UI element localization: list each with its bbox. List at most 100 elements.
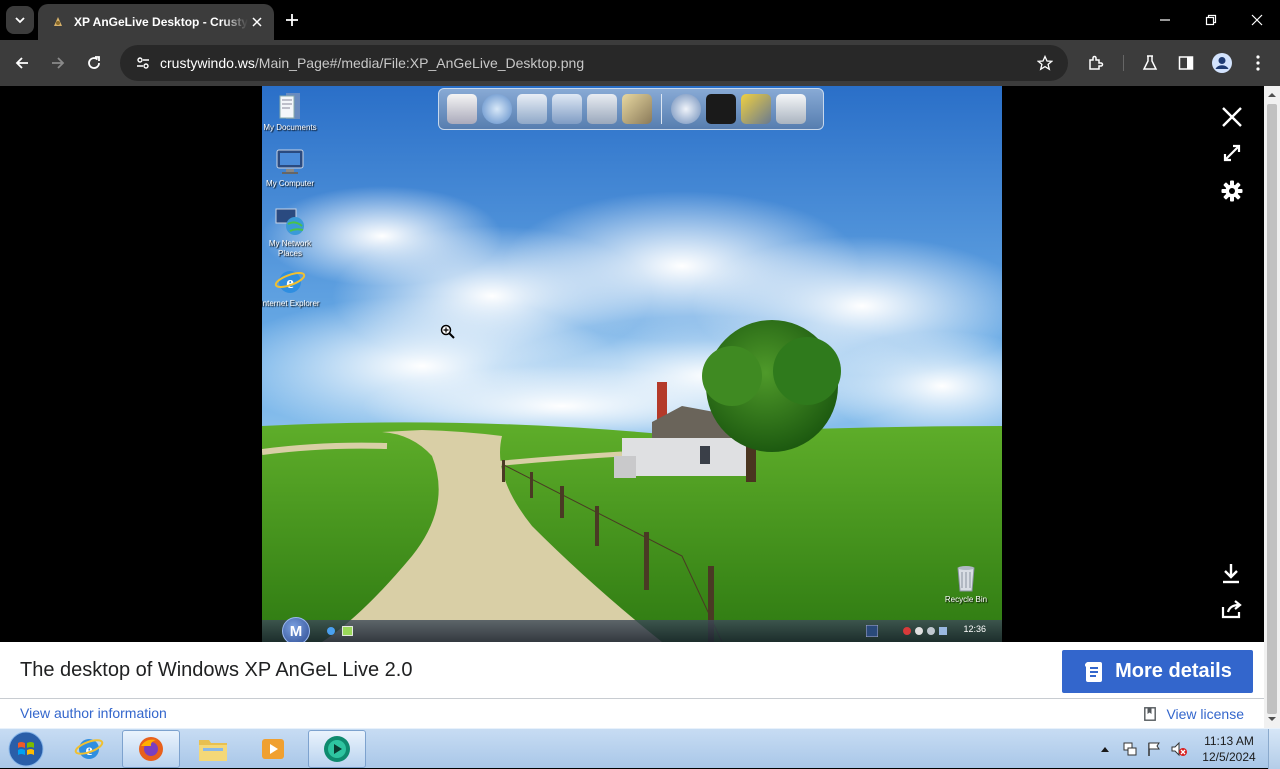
firefox-icon (139, 737, 163, 761)
desktop-icon-label: My Documents (263, 123, 317, 132)
dock-app-icon[interactable] (587, 94, 617, 124)
internet-explorer-icon: e (274, 271, 306, 293)
minimize-button[interactable] (1142, 0, 1188, 40)
folder-icon (199, 740, 227, 761)
more-details-button[interactable]: More details (1062, 650, 1253, 693)
show-hidden-icons-button[interactable] (1098, 729, 1112, 769)
dock-app-icon[interactable] (622, 94, 652, 124)
labs-flask-icon[interactable] (1136, 49, 1164, 77)
desktop-wallpaper (262, 86, 1002, 642)
clock-date: 12/5/2024 (1202, 750, 1256, 764)
dock-app-icon[interactable] (482, 94, 512, 124)
tab-close-icon[interactable] (248, 13, 266, 31)
desktop-quicklaunch-icon[interactable] (342, 626, 353, 636)
back-button[interactable] (6, 47, 38, 79)
more-details-label: More details (1115, 660, 1232, 682)
remote-viewer-icon (324, 736, 350, 762)
language-icon[interactable] (866, 625, 878, 637)
desktop-icon-recycle-bin[interactable]: Recycle Bin (934, 562, 998, 605)
download-button[interactable] (1216, 558, 1246, 588)
dock-app-icon[interactable] (671, 94, 701, 124)
desktop-icon-my-network-places[interactable]: My Network Places (262, 206, 322, 259)
close-viewer-button[interactable] (1217, 102, 1247, 132)
tab-search-button[interactable] (6, 6, 34, 34)
volume-muted-icon[interactable] (1168, 729, 1190, 769)
desktop-icon-label: My Computer (265, 179, 314, 188)
chevron-down-icon (15, 17, 25, 24)
profile-avatar-icon[interactable] (1208, 49, 1236, 77)
plus-icon (286, 14, 298, 26)
documents-folder-icon (279, 93, 300, 119)
taskbar-clock[interactable]: 11:13 AM 12/5/2024 (1196, 733, 1262, 765)
desktop-icon-internet-explorer[interactable]: e Internet Explorer (262, 266, 322, 309)
taskbar-app-chrome-remote[interactable] (308, 730, 366, 768)
page-scrollbar[interactable] (1264, 86, 1280, 728)
license-label: View license (1166, 706, 1244, 722)
network-tray-icon[interactable] (1120, 729, 1140, 769)
network-globe-icon (275, 208, 304, 235)
reload-icon (88, 56, 100, 69)
taskbar-app-media-player[interactable] (244, 730, 302, 768)
restore-icon (1205, 14, 1217, 26)
ie-quicklaunch-icon[interactable] (326, 626, 336, 636)
tab-title: XP AnGeLive Desktop - CrustyWindows (74, 15, 248, 29)
taskbar-app-internet-explorer[interactable]: e (60, 730, 118, 768)
bookmark-star-icon[interactable] (1032, 50, 1058, 76)
windows-taskbar: e 11:13 AM 12/5/2024 (0, 728, 1280, 769)
desktop-icon-my-documents[interactable]: My Documents (262, 90, 322, 133)
side-panel-icon[interactable] (1172, 49, 1200, 77)
desktop-icon-my-computer[interactable]: My Computer (262, 146, 322, 189)
license-link[interactable]: View license (1144, 706, 1244, 722)
download-icon (1223, 564, 1239, 584)
license-icon (1144, 707, 1157, 721)
dock-divider (661, 94, 662, 124)
dock-app-icon[interactable] (741, 94, 771, 124)
media-caption: The desktop of Windows XP AnGeL Live 2.0… (0, 642, 1264, 698)
taskbar-app-firefox[interactable] (122, 730, 180, 768)
internet-explorer-icon: e (74, 739, 104, 759)
dock-app-icon[interactable] (517, 94, 547, 124)
zoom-cursor-icon (440, 324, 455, 339)
reload-button[interactable] (78, 47, 110, 79)
scroll-up-icon[interactable] (1268, 91, 1276, 99)
media-image[interactable]: My Documents My Computer My Network Plac… (262, 86, 1002, 642)
tab-strip: XP AnGeLive Desktop - CrustyWindows (0, 0, 1280, 40)
menu-kebab-icon[interactable] (1244, 49, 1272, 77)
media-player-icon (262, 739, 284, 759)
settings-button[interactable] (1217, 176, 1247, 206)
site-info-icon[interactable] (130, 50, 156, 76)
desktop-icon-label: Recycle Bin (944, 595, 988, 604)
fullscreen-button[interactable] (1217, 138, 1247, 168)
extensions-icon[interactable] (1082, 49, 1110, 77)
desktop-icon-label: My Network Places (268, 239, 312, 258)
action-center-flag-icon[interactable] (1144, 729, 1164, 769)
dock-app-icon[interactable] (776, 94, 806, 124)
tab-favicon-icon (50, 14, 66, 30)
arrow-right-icon (52, 57, 65, 69)
author-info-link[interactable]: View author information (20, 705, 167, 721)
restore-button[interactable] (1188, 0, 1234, 40)
taskbar-app-explorer[interactable] (184, 730, 242, 768)
minimize-icon (1160, 19, 1170, 21)
chevron-up-icon (1101, 747, 1109, 752)
close-window-button[interactable] (1234, 0, 1280, 40)
dock-app-icon[interactable] (552, 94, 582, 124)
media-viewer: My Documents My Computer My Network Plac… (0, 86, 1264, 728)
show-desktop-button[interactable] (1268, 729, 1280, 769)
share-button[interactable] (1217, 594, 1247, 624)
dock-app-icon[interactable] (706, 94, 736, 124)
forward-button[interactable] (42, 47, 74, 79)
recycle-bin-icon (957, 566, 975, 592)
desktop-dock (438, 88, 824, 130)
toolbar-divider (1123, 55, 1124, 71)
scrollbar-thumb[interactable] (1267, 104, 1277, 714)
tab-active[interactable]: XP AnGeLive Desktop - CrustyWindows (38, 4, 274, 40)
scroll-down-icon[interactable] (1268, 715, 1276, 723)
start-button[interactable] (4, 730, 48, 768)
xp-clock: 12:36 (963, 624, 986, 634)
clock-time: 11:13 AM (1204, 734, 1254, 748)
dock-app-icon[interactable] (447, 94, 477, 124)
address-bar[interactable]: crustywindo.ws/Main_Page#/media/File:XP_… (120, 45, 1068, 81)
new-tab-button[interactable] (280, 8, 304, 32)
xp-start-button[interactable]: M (282, 617, 310, 642)
